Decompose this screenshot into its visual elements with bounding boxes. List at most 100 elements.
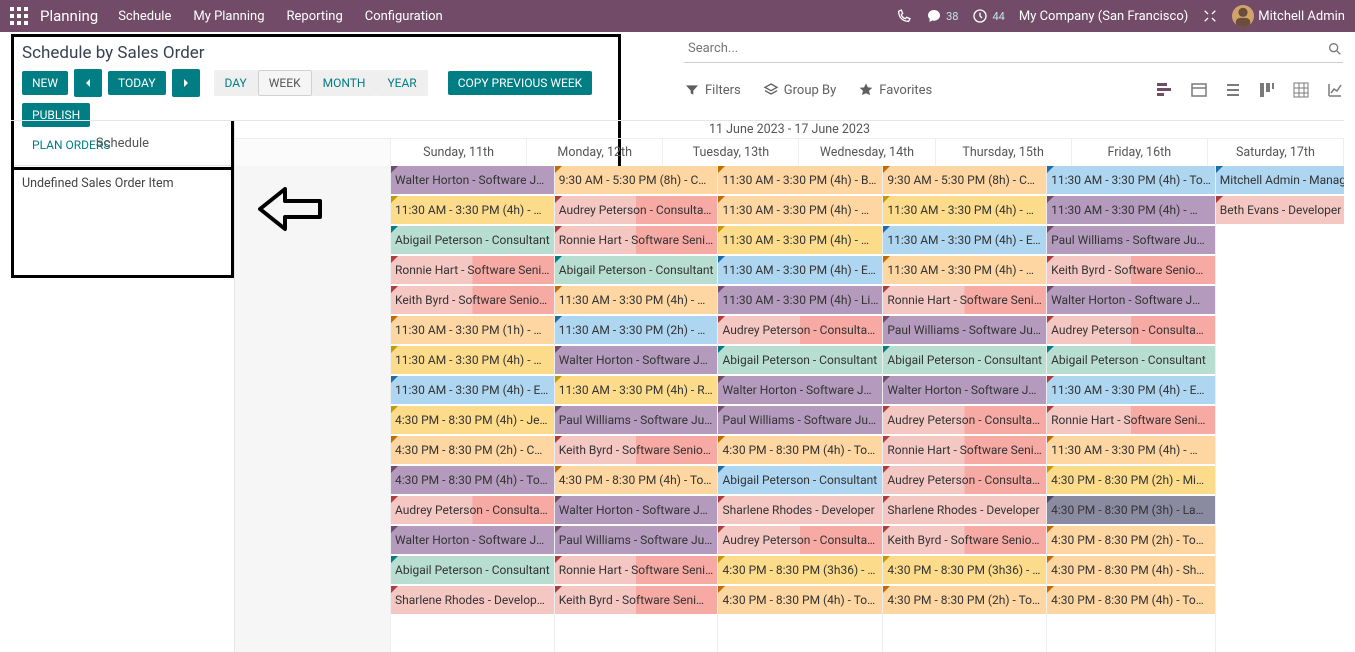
- schedule-slot[interactable]: Paul Williams - Software Ju…: [555, 526, 718, 556]
- schedule-slot[interactable]: Audrey Peterson - Consulta…: [555, 196, 718, 226]
- schedule-slot[interactable]: Audrey Peterson - Consulta…: [718, 526, 882, 556]
- schedule-slot[interactable]: 4:30 PM - 8:30 PM (4h) - To…: [391, 466, 554, 496]
- schedule-slot[interactable]: 11:30 AM - 3:30 PM (4h) - To…: [1047, 166, 1215, 196]
- schedule-slot[interactable]: Audrey Peterson - Consulta…: [883, 466, 1046, 496]
- schedule-slot[interactable]: Abigail Peterson - Consultant: [718, 346, 882, 376]
- schedule-slot[interactable]: 4:30 PM - 8:30 PM (4h) - To…: [1047, 586, 1215, 616]
- schedule-slot[interactable]: 11:30 AM - 3:30 PM (4h) - B…: [718, 166, 882, 196]
- schedule-slot[interactable]: Sharlene Rhodes - Develop…: [391, 586, 554, 616]
- kanban-view-icon[interactable]: [1259, 82, 1275, 98]
- company-switcher[interactable]: My Company (San Francisco): [1019, 9, 1188, 24]
- period-month-button[interactable]: MONTH: [312, 70, 377, 96]
- schedule-slot[interactable]: Mitchell Admin - Managem…: [1216, 166, 1344, 196]
- graph-view-icon[interactable]: [1327, 82, 1343, 98]
- schedule-slot[interactable]: Abigail Peterson - Consultant: [718, 466, 882, 496]
- schedule-slot[interactable]: 11:30 AM - 3:30 PM (1h) - …: [391, 316, 554, 346]
- list-view-icon[interactable]: [1225, 82, 1241, 98]
- schedule-slot[interactable]: Walter Horton - Software J…: [391, 166, 554, 196]
- schedule-slot[interactable]: 4:30 PM - 8:30 PM (2h) - To…: [883, 586, 1046, 616]
- schedule-slot[interactable]: 11:30 AM - 3:30 PM (4h) - Li…: [718, 286, 882, 316]
- pivot-view-icon[interactable]: [1293, 82, 1309, 98]
- schedule-slot[interactable]: 11:30 AM - 3:30 PM (4h) - E…: [1047, 376, 1215, 406]
- schedule-slot[interactable]: Beth Evans - Developer - In…: [1216, 196, 1344, 226]
- schedule-slot[interactable]: Abigail Peterson - Consultant: [391, 556, 554, 586]
- nav-item-reporting[interactable]: Reporting: [287, 9, 343, 24]
- search-input[interactable]: [684, 37, 1327, 60]
- schedule-slot[interactable]: 11:30 AM - 3:30 PM (4h) - …: [883, 256, 1046, 286]
- schedule-slot[interactable]: 11:30 AM - 3:30 PM (4h) - …: [391, 196, 554, 226]
- schedule-slot[interactable]: Sharlene Rhodes - Developer: [883, 496, 1046, 526]
- schedule-slot[interactable]: 11:30 AM - 3:30 PM (4h) - …: [718, 226, 882, 256]
- apps-icon[interactable]: [10, 7, 28, 25]
- schedule-slot[interactable]: 11:30 AM - 3:30 PM (2h) - …: [555, 316, 718, 346]
- schedule-slot[interactable]: 11:30 AM - 3:30 PM (4h) - …: [391, 346, 554, 376]
- schedule-slot[interactable]: Paul Williams - Software Ju…: [1047, 226, 1215, 256]
- schedule-slot[interactable]: 4:30 PM - 8:30 PM (4h) - Je…: [391, 406, 554, 436]
- schedule-slot[interactable]: Ronnie Hart - Software Seni…: [883, 436, 1046, 466]
- nav-item-schedule[interactable]: Schedule: [118, 9, 171, 24]
- calendar-view-icon[interactable]: [1191, 82, 1207, 98]
- schedule-slot[interactable]: 11:30 AM - 3:30 PM (4h) - E…: [391, 376, 554, 406]
- schedule-slot[interactable]: 11:30 AM - 3:30 PM (4h) - E…: [883, 226, 1046, 256]
- schedule-slot[interactable]: Keith Byrd - Software Senio…: [883, 526, 1046, 556]
- today-button[interactable]: TODAY: [108, 71, 166, 95]
- schedule-slot[interactable]: 4:30 PM - 8:30 PM (3h36) - …: [718, 556, 882, 586]
- user-menu[interactable]: Mitchell Admin: [1232, 5, 1345, 27]
- schedule-slot[interactable]: Walter Horton - Software J…: [1047, 286, 1215, 316]
- app-name[interactable]: Planning: [40, 7, 98, 25]
- schedule-slot[interactable]: 11:30 AM - 3:30 PM (4h) - …: [718, 196, 882, 226]
- period-day-button[interactable]: DAY: [214, 70, 258, 96]
- schedule-slot[interactable]: 4:30 PM - 8:30 PM (2h) - C…: [391, 436, 554, 466]
- activities-icon[interactable]: 44: [972, 8, 1004, 24]
- schedule-slot[interactable]: Audrey Peterson - Consulta…: [718, 316, 882, 346]
- schedule-slot[interactable]: 9:30 AM - 5:30 PM (8h) - C…: [555, 166, 718, 196]
- groupby-button[interactable]: Group By: [763, 82, 837, 98]
- nav-item-my-planning[interactable]: My Planning: [193, 9, 264, 24]
- schedule-slot[interactable]: Keith Byrd - Software Senio…: [555, 436, 718, 466]
- schedule-slot[interactable]: 4:30 PM - 8:30 PM (4h) - To…: [718, 436, 882, 466]
- schedule-slot[interactable]: Abigail Peterson - Consultant: [883, 346, 1046, 376]
- next-button[interactable]: [172, 69, 200, 97]
- schedule-slot[interactable]: Abigail Peterson - Consultant: [1047, 346, 1215, 376]
- schedule-slot[interactable]: Walter Horton - Software J…: [555, 496, 718, 526]
- schedule-slot[interactable]: Ronnie Hart - Software Seni…: [1047, 406, 1215, 436]
- schedule-slot[interactable]: Sharlene Rhodes - Developer: [718, 496, 882, 526]
- schedule-slot[interactable]: 11:30 AM - 3:30 PM (4h) - …: [1047, 436, 1215, 466]
- prev-button[interactable]: [74, 69, 102, 97]
- schedule-slot[interactable]: 11:30 AM - 3:30 PM (4h) - R…: [555, 376, 718, 406]
- filters-button[interactable]: Filters: [684, 82, 741, 98]
- schedule-slot[interactable]: Ronnie Hart - Software Seni…: [555, 556, 718, 586]
- period-week-button[interactable]: WEEK: [258, 70, 312, 96]
- gantt-view-icon[interactable]: [1157, 82, 1173, 98]
- search-icon[interactable]: [1327, 41, 1343, 57]
- schedule-slot[interactable]: 11:30 AM - 3:30 PM (4h) - …: [883, 196, 1046, 226]
- schedule-slot[interactable]: Audrey Peterson - Consulta…: [391, 496, 554, 526]
- messages-icon[interactable]: 38: [926, 8, 958, 24]
- phone-icon[interactable]: [896, 8, 912, 24]
- schedule-slot[interactable]: Abigail Peterson - Consultant: [555, 256, 718, 286]
- schedule-slot[interactable]: Audrey Peterson - Consulta…: [1047, 316, 1215, 346]
- schedule-slot[interactable]: 11:30 AM - 3:30 PM (4h) - E…: [718, 256, 882, 286]
- schedule-slot[interactable]: Paul Williams - Software Ju…: [718, 406, 882, 436]
- new-button[interactable]: NEW: [22, 71, 68, 95]
- schedule-slot[interactable]: Paul Williams - Software Ju…: [555, 406, 718, 436]
- nav-item-configuration[interactable]: Configuration: [365, 9, 443, 24]
- schedule-slot[interactable]: Paul Williams - Software Ju…: [883, 316, 1046, 346]
- schedule-slot[interactable]: Abigail Peterson - Consultant: [391, 226, 554, 256]
- schedule-slot[interactable]: 4:30 PM - 8:30 PM (3h) - La…: [1047, 496, 1215, 526]
- schedule-slot[interactable]: Ronnie Hart - Software Seni…: [391, 256, 554, 286]
- schedule-slot[interactable]: Keith Byrd - Software Senio…: [391, 286, 554, 316]
- schedule-slot[interactable]: 4:30 PM - 8:30 PM (2h) - To…: [1047, 526, 1215, 556]
- sidebar-row[interactable]: Undefined Sales Order Item: [14, 166, 231, 201]
- schedule-slot[interactable]: Walter Horton - Software J…: [883, 376, 1046, 406]
- schedule-slot[interactable]: Walter Horton - Software J…: [555, 346, 718, 376]
- period-year-button[interactable]: YEAR: [376, 70, 427, 96]
- schedule-slot[interactable]: Keith Byrd - Software Seni…: [555, 586, 718, 616]
- schedule-slot[interactable]: 4:30 PM - 8:30 PM (4h) - Sh…: [1047, 556, 1215, 586]
- schedule-slot[interactable]: Walter Horton - Software J…: [391, 526, 554, 556]
- copy-previous-week-button[interactable]: COPY PREVIOUS WEEK: [448, 71, 592, 95]
- schedule-slot[interactable]: 11:30 AM - 3:30 PM (4h) - …: [1047, 196, 1215, 226]
- schedule-slot[interactable]: Ronnie Hart - Software Seni…: [883, 286, 1046, 316]
- schedule-slot[interactable]: 4:30 PM - 8:30 PM (4h) - To…: [555, 466, 718, 496]
- schedule-slot[interactable]: 9:30 AM - 5:30 PM (8h) - C…: [883, 166, 1046, 196]
